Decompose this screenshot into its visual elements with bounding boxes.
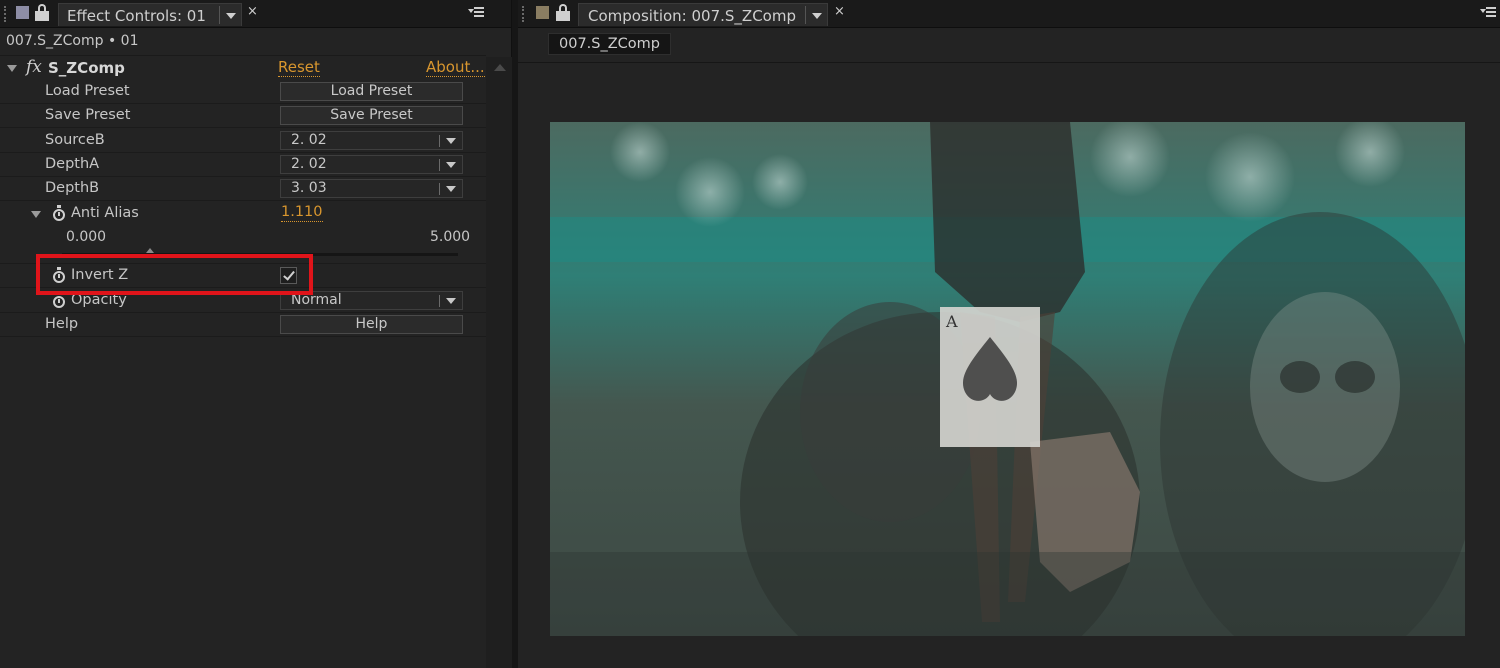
tab-dropdown-icon[interactable]	[219, 6, 239, 24]
tab-effect-controls[interactable]: Effect Controls: 01	[58, 3, 242, 26]
tab-composition-label: Composition: 007.S_ZComp	[588, 7, 796, 25]
save-preset-button[interactable]: Save Preset	[280, 106, 463, 125]
chevron-down-icon	[446, 186, 456, 192]
effect-name: S_ZComp	[48, 59, 125, 77]
composition-swatch-icon	[536, 6, 549, 19]
lock-icon[interactable]	[556, 4, 570, 21]
panel-grip-icon[interactable]	[4, 6, 8, 22]
deptha-select[interactable]: 2. 02	[280, 155, 463, 174]
close-icon[interactable]: ×	[247, 4, 258, 19]
stopwatch-icon[interactable]	[53, 292, 65, 308]
scrollbar[interactable]	[486, 57, 512, 668]
svg-text:A: A	[945, 312, 958, 331]
breadcrumb: 007.S_ZComp • 01	[6, 33, 139, 49]
save-preset-label: Save Preset	[45, 107, 131, 123]
effect-controls-tabbar: Effect Controls: 01 ×	[0, 0, 511, 28]
slider-thumb[interactable]	[145, 248, 154, 253]
tab-effect-controls-label: Effect Controls: 01	[67, 7, 206, 25]
load-preset-label: Load Preset	[45, 83, 130, 99]
sourceb-select[interactable]: 2. 02	[280, 131, 463, 150]
depthb-select[interactable]: 3. 03	[280, 179, 463, 198]
panel-menu-icon[interactable]	[1480, 6, 1496, 18]
stopwatch-icon[interactable]	[53, 205, 65, 221]
annotation-highlight-box	[36, 254, 313, 295]
tab-composition[interactable]: Composition: 007.S_ZComp	[578, 3, 828, 26]
load-preset-button[interactable]: Load Preset	[280, 82, 463, 101]
about-link[interactable]: About...	[426, 59, 485, 77]
deptha-label: DepthA	[45, 156, 100, 172]
divider	[518, 62, 1500, 63]
composite-image: A	[550, 122, 1465, 636]
close-icon[interactable]: ×	[834, 4, 845, 19]
help-label: Help	[45, 316, 79, 332]
effect-controls-panel: Effect Controls: 01 × 007.S_ZComp • 01 f…	[0, 0, 512, 668]
fx-icon[interactable]: fx	[26, 57, 42, 77]
property-row-deptha: DepthA 2. 02	[0, 153, 486, 177]
panel-grip-icon[interactable]	[522, 6, 526, 22]
composition-subtab[interactable]: 007.S_ZComp	[548, 33, 671, 55]
twirl-down-icon[interactable]	[7, 65, 17, 72]
sourceb-label: SourceB	[45, 132, 105, 148]
slider-max-label: 5.000	[430, 229, 471, 245]
property-row-help: Help Help	[0, 313, 486, 337]
property-row-sourceb: SourceB 2. 02	[0, 129, 486, 153]
tab-dropdown-icon[interactable]	[805, 6, 825, 24]
panel-menu-icon[interactable]	[468, 6, 484, 18]
deptha-value: 2. 02	[291, 156, 327, 172]
scroll-up-icon[interactable]	[494, 64, 506, 71]
composition-panel: Composition: 007.S_ZComp × 007.S_ZComp A	[518, 0, 1500, 668]
twirl-down-icon[interactable]	[31, 211, 41, 218]
depthb-value: 3. 03	[291, 180, 327, 196]
depthb-label: DepthB	[45, 180, 100, 196]
property-row-save-preset: Save Preset Save Preset	[0, 104, 486, 128]
panel-swatch-icon	[16, 6, 29, 19]
chevron-down-icon	[446, 298, 456, 304]
help-button[interactable]: Help	[280, 315, 463, 334]
composition-tabbar: Composition: 007.S_ZComp ×	[518, 0, 1500, 28]
chevron-down-icon	[446, 162, 456, 168]
divider	[0, 55, 486, 56]
property-row-load-preset: Load Preset Load Preset	[0, 80, 486, 104]
composition-viewer-image[interactable]: A	[550, 122, 1465, 636]
effect-header: fx S_ZComp Reset About...	[0, 57, 486, 79]
anti-alias-value[interactable]: 1.110	[281, 204, 323, 222]
chevron-down-icon	[446, 138, 456, 144]
reset-link[interactable]: Reset	[278, 59, 320, 77]
lock-icon[interactable]	[35, 4, 49, 21]
property-row-depthb: DepthB 3. 03	[0, 177, 486, 201]
sourceb-value: 2. 02	[291, 132, 327, 148]
anti-alias-label: Anti Alias	[71, 205, 139, 221]
slider-min-label: 0.000	[66, 229, 107, 245]
